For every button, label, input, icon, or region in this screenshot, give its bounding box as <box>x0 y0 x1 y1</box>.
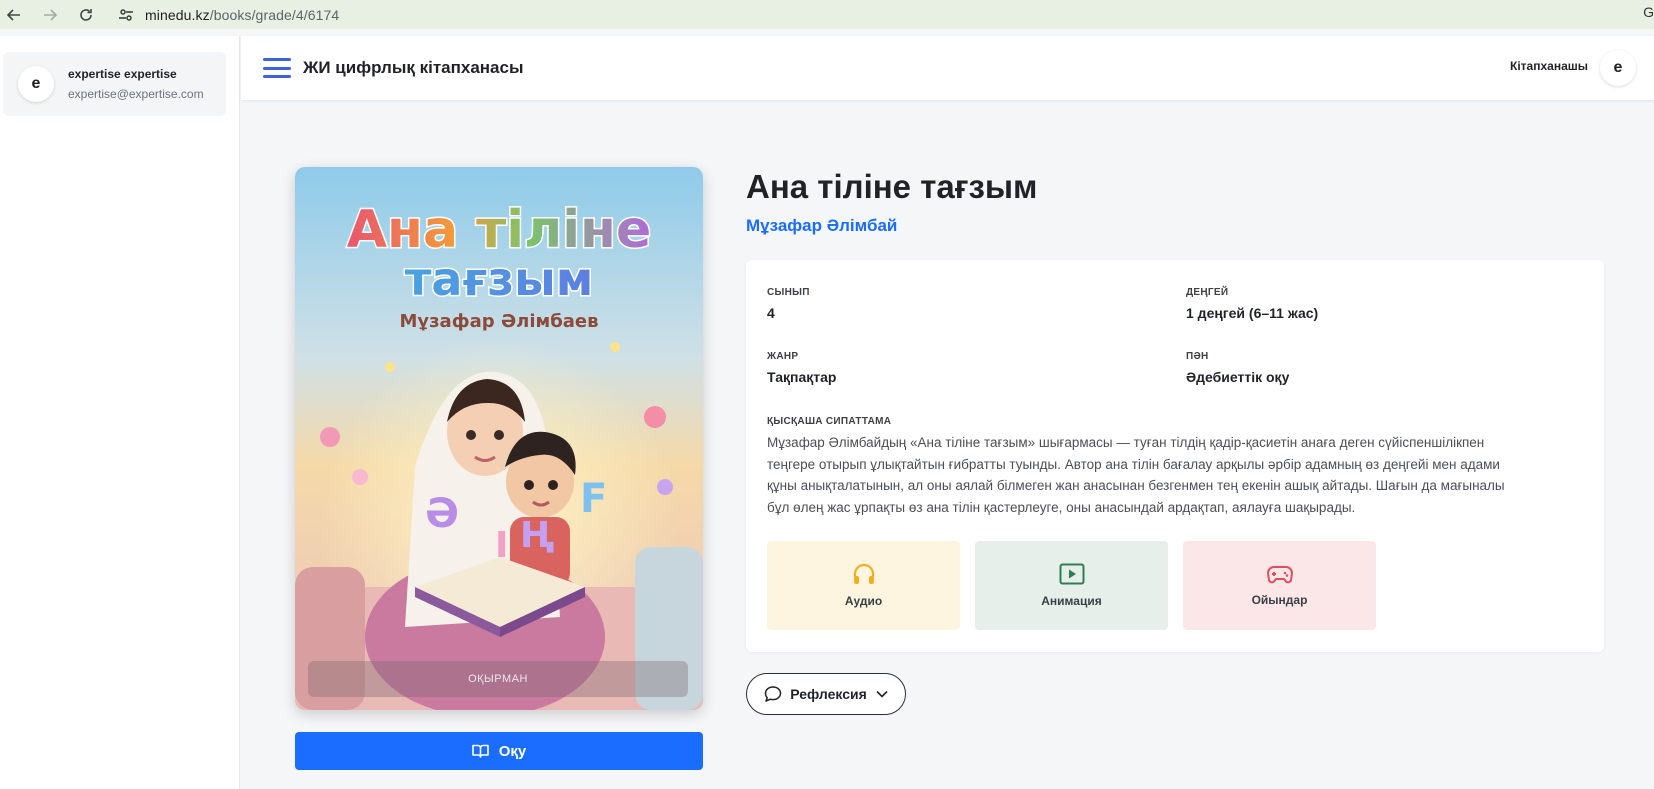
cover-author: Мұзафар Әлімбаев <box>399 311 598 332</box>
cover-letter-4: F <box>580 476 607 522</box>
reflection-button-label: Рефлексия <box>790 686 867 702</box>
user-email: expertise@expertise.com <box>68 87 204 101</box>
description-line: құны анықталатынын, ал оны аялай білмеге… <box>767 478 1505 493</box>
forward-arrow-icon[interactable] <box>39 4 61 26</box>
cover-letter-2: І <box>495 525 508 566</box>
gamepad-icon <box>1266 564 1293 584</box>
cover-title-line-1: Ана тіліне <box>347 200 651 260</box>
chat-bubble-icon <box>764 685 782 703</box>
header-avatar[interactable]: e <box>1600 50 1636 86</box>
browser-divider <box>0 29 1654 36</box>
browser-toolbar: minedu.kz/books/grade/4/6174 G <box>0 0 1654 29</box>
browser-edge-glyph: G <box>1643 4 1654 20</box>
address-bar[interactable]: minedu.kz/books/grade/4/6174 <box>117 3 1647 27</box>
top-header: ЖИ цифрлық кітапханасы Кітапханашы e <box>241 36 1654 100</box>
audio-tile-label: Аудио <box>844 594 883 608</box>
back-arrow-icon[interactable] <box>3 4 25 26</box>
genre-label: ЖАНР <box>767 351 799 362</box>
book-open-icon <box>471 744 489 758</box>
url-host: minedu.kz <box>145 6 210 23</box>
subject-label: ПӘН <box>1186 351 1209 362</box>
role-label: Кітапханашы <box>1510 59 1588 73</box>
cover-letter-3: Ң <box>520 515 554 556</box>
genre-value: Тақпақтар <box>767 369 837 385</box>
book-cover[interactable]: Ә І Ң F Ана тіліне тағзым Мұзафар Әлімба… <box>295 167 703 710</box>
description-label: ҚЫСҚАША СИПАТТАМА <box>767 416 892 427</box>
book-info-card: СЫНЫП 4 ДЕҢГЕЙ 1 деңгей (6–11 жас) ЖАНР … <box>746 260 1604 652</box>
description-text: Мұзафар Әлімбайдың «Ана тіліне тағзым» ш… <box>767 432 1587 518</box>
hamburger-menu-icon[interactable] <box>263 58 291 78</box>
app-title: ЖИ цифрлық кітапханасы <box>303 58 524 77</box>
animation-tile-label: Анимация <box>1041 594 1102 608</box>
user-name: expertise expertise <box>68 67 177 81</box>
level-value: 1 деңгей (6–11 жас) <box>1186 305 1319 321</box>
games-tile[interactable]: Ойындар <box>1183 541 1376 630</box>
read-button[interactable]: Оқу <box>295 732 703 770</box>
animation-tile[interactable]: Анимация <box>975 541 1168 630</box>
audio-tile[interactable]: Аудио <box>767 541 960 630</box>
play-icon <box>1059 563 1085 585</box>
page-title: Ана тіліне тағзым <box>746 168 1038 205</box>
description-line: бұл өлең жас ұрпақты өз ана тілін қастер… <box>767 499 1356 515</box>
url-path: /books/grade/4/6174 <box>209 6 340 23</box>
sidebar-user-card[interactable]: e expertise expertise expertise@expertis… <box>3 52 226 116</box>
level-label: ДЕҢГЕЙ <box>1186 287 1229 298</box>
grade-label: СЫНЫП <box>767 287 810 298</box>
grade-value: 4 <box>767 305 775 321</box>
user-info: expertise expertise expertise@expertise.… <box>68 67 204 101</box>
avatar: e <box>18 66 54 102</box>
reload-icon[interactable] <box>75 4 97 26</box>
headphones-icon <box>852 563 876 585</box>
subject-value: Әдебиеттік оқу <box>1186 369 1290 385</box>
site-settings-icon[interactable] <box>117 6 135 24</box>
description-line: теңгере отырып ұлықтайтын ғибратты туынд… <box>767 456 1500 472</box>
description-line: Мұзафар Әлімбайдың «Ана тіліне тағзым» ш… <box>767 435 1485 450</box>
read-button-label: Оқу <box>498 742 527 760</box>
cover-letter-1: Ә <box>425 491 459 537</box>
games-tile-label: Ойындар <box>1251 593 1308 607</box>
url-text: minedu.kz/books/grade/4/6174 <box>145 7 339 23</box>
author-link[interactable]: Мұзафар Әлімбай <box>746 216 897 236</box>
chevron-down-icon <box>876 690 888 698</box>
cover-badge: ОҚЫРМАН <box>308 661 688 697</box>
book-cover-illustration: Ә І Ң F Ана тіліне тағзым Мұзафар Әлімба… <box>295 167 703 710</box>
sidebar: e expertise expertise expertise@expertis… <box>0 36 240 789</box>
reflection-button[interactable]: Рефлексия <box>746 673 906 715</box>
cover-title-line-2: тағзым <box>405 252 594 306</box>
